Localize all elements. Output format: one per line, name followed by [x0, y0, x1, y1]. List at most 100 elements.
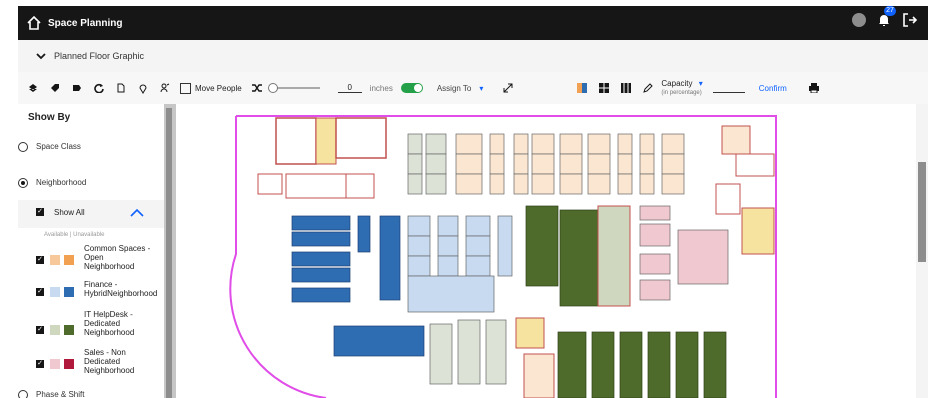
right-gutter — [928, 0, 934, 398]
radio-phase-shift[interactable] — [18, 390, 28, 398]
header-actions: 27 — [852, 6, 918, 28]
room[interactable] — [345, 173, 375, 199]
unavailable-swatch — [64, 255, 74, 265]
logout-icon[interactable] — [902, 12, 918, 28]
workstation-group[interactable] — [557, 331, 727, 398]
label-icon[interactable] — [70, 81, 84, 95]
workstation-group[interactable] — [429, 319, 507, 385]
color-legend-icon[interactable] — [575, 81, 589, 95]
room[interactable] — [257, 173, 283, 195]
available-swatch — [50, 325, 60, 335]
legend-label: Common Spaces - Open Neighborhood — [84, 244, 151, 271]
room[interactable] — [597, 205, 631, 307]
person-move-icon[interactable] — [158, 81, 172, 95]
chevron-down-icon: ▾ — [698, 78, 703, 88]
room[interactable] — [515, 317, 545, 349]
radio-neighborhood[interactable] — [18, 178, 28, 188]
move-people-label: Move People — [195, 83, 242, 93]
unavailable-swatch — [64, 287, 74, 297]
room[interactable] — [335, 117, 387, 159]
workstation-group[interactable] — [639, 205, 729, 301]
panel-title: Show By — [28, 112, 71, 123]
available-swatch — [50, 359, 60, 369]
room[interactable] — [721, 125, 751, 155]
edit-icon[interactable] — [641, 81, 655, 95]
workstation-group[interactable] — [291, 215, 425, 357]
capacity-label: Capacity — [661, 78, 693, 88]
radio-space-class[interactable] — [18, 142, 28, 152]
option-label: Neighborhood — [36, 178, 87, 187]
room[interactable] — [275, 117, 317, 165]
app-frame: Space Planning 27 Planned Floor Graphic — [0, 0, 934, 398]
room[interactable] — [285, 173, 347, 199]
legend-checkbox[interactable]: ✓ — [36, 256, 44, 264]
room[interactable] — [715, 183, 741, 215]
chevron-up-icon[interactable] — [130, 208, 144, 218]
table-icon[interactable] — [619, 81, 633, 95]
legend-label: Finance - HybridNeighborhood — [84, 280, 158, 298]
capacity-dropdown[interactable]: Capacity ▾ (in percentage) — [661, 78, 703, 97]
show-all-label: Show All — [54, 208, 85, 217]
option-label: Space Class — [36, 142, 81, 151]
expand-icon[interactable] — [501, 81, 515, 95]
unavailable-swatch — [64, 359, 74, 369]
avatar[interactable] — [852, 13, 866, 27]
print-icon[interactable] — [807, 81, 821, 95]
offset-slider[interactable] — [267, 83, 320, 93]
room[interactable] — [523, 353, 555, 398]
toolbar: Move People 0 inches Assign To ▾ Capacit… — [18, 72, 928, 105]
layers-icon[interactable] — [26, 81, 40, 95]
left-gutter — [0, 0, 18, 398]
location-pin-icon[interactable] — [136, 81, 150, 95]
unit-label: inches — [369, 83, 393, 93]
notifications-button[interactable]: 27 — [876, 6, 896, 28]
document-icon[interactable] — [114, 81, 128, 95]
room[interactable] — [741, 207, 775, 255]
show-all-checkbox[interactable]: ✓ — [36, 208, 44, 216]
workstation-group[interactable] — [455, 133, 685, 195]
offset-input[interactable]: 0 — [337, 83, 362, 93]
workstation-group[interactable] — [407, 215, 513, 313]
capacity-sublabel: (in percentage) — [661, 89, 702, 96]
available-swatch — [50, 287, 60, 297]
capacity-input[interactable] — [712, 84, 745, 93]
show-by-panel: Show By Space Class Neighborhood ✓ Show … — [18, 104, 165, 398]
sidebar-scrollbar[interactable] — [166, 108, 172, 398]
section-title: Planned Floor Graphic — [54, 51, 145, 61]
legend-label: IT HelpDesk - Dedicated Neighborhood — [84, 310, 135, 337]
app-title: Space Planning — [48, 17, 123, 29]
room[interactable] — [735, 153, 775, 177]
scroll-thumb[interactable] — [918, 162, 926, 262]
legend-label: Sales - Non Dedicated Neighborhood — [84, 348, 135, 375]
legend-header: Available | Unavailable — [44, 232, 105, 238]
refresh-icon[interactable] — [92, 81, 106, 95]
option-neighborhood[interactable]: Neighborhood — [18, 178, 87, 188]
workstation-group[interactable] — [407, 133, 447, 195]
chevron-down-icon[interactable]: ▾ — [479, 84, 483, 93]
legend-checkbox[interactable]: ✓ — [36, 360, 44, 368]
tag-icon[interactable] — [48, 81, 62, 95]
notification-badge: 27 — [884, 6, 896, 16]
app-header: Space Planning 27 — [18, 6, 928, 40]
chevron-down-icon[interactable] — [36, 51, 46, 61]
option-phase-shift[interactable]: Phase & Shift — [18, 390, 85, 398]
floor-plan[interactable] — [176, 104, 916, 398]
unavailable-swatch — [64, 325, 74, 335]
confirm-button[interactable]: Confirm — [759, 84, 787, 93]
available-swatch — [50, 255, 60, 265]
canvas-scrollbar[interactable] — [916, 104, 928, 398]
legend-checkbox[interactable]: ✓ — [36, 288, 44, 296]
workstation-group[interactable] — [525, 205, 599, 307]
floor-plan-canvas[interactable] — [176, 104, 916, 398]
shuffle-icon[interactable] — [250, 81, 264, 95]
option-space-class[interactable]: Space Class — [18, 142, 81, 152]
home-icon[interactable] — [26, 15, 42, 31]
assign-to-dropdown[interactable]: Assign To — [437, 84, 472, 93]
toggle-switch[interactable] — [400, 83, 423, 93]
move-people-checkbox[interactable] — [180, 82, 191, 94]
legend-checkbox[interactable]: ✓ — [36, 326, 44, 334]
option-label: Phase & Shift — [36, 390, 85, 398]
section-header[interactable]: Planned Floor Graphic — [18, 40, 928, 73]
grid-view-icon[interactable] — [597, 81, 611, 95]
room[interactable] — [315, 117, 337, 165]
